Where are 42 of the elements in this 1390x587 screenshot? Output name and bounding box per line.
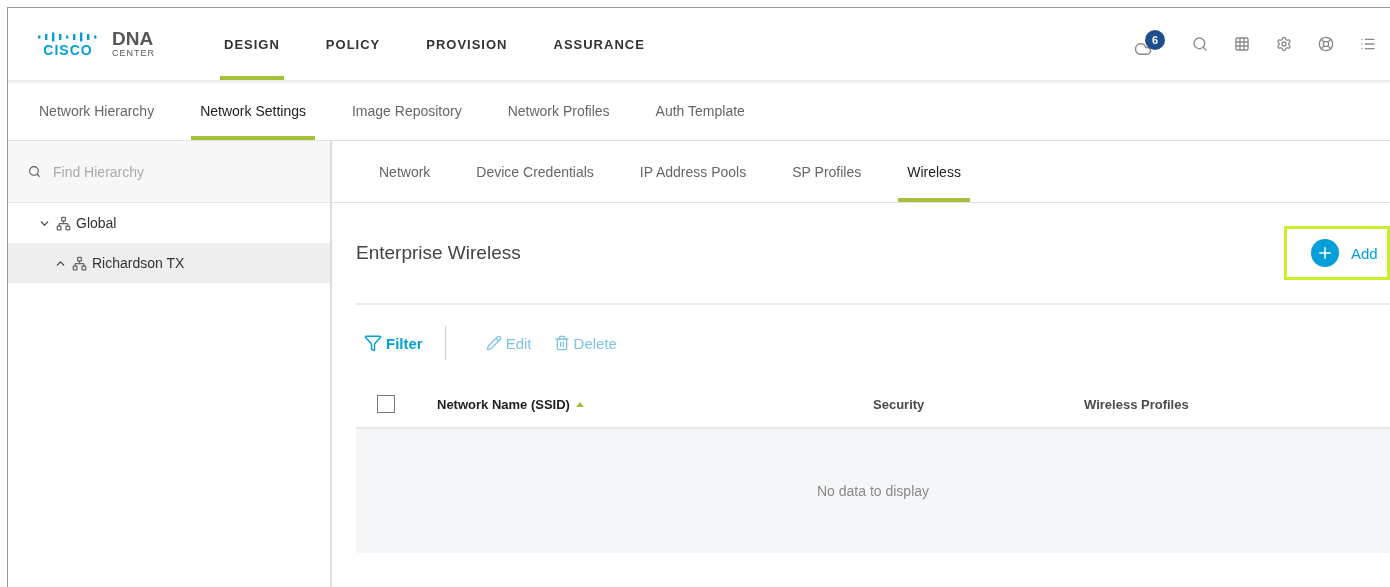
settings-icon[interactable] (1276, 36, 1292, 52)
subnav-tab[interactable]: Auth Template (646, 81, 754, 140)
column-header[interactable]: Security (873, 396, 925, 412)
plus-icon (1311, 239, 1339, 267)
settings-tab[interactable]: Wireless (898, 141, 970, 202)
tree-label: Richardson TX (92, 255, 185, 271)
settings-tab[interactable]: Network (370, 141, 440, 202)
trash-icon (553, 335, 570, 351)
column-header[interactable]: Network Name (SSID) (437, 396, 570, 412)
sort-icon (575, 401, 584, 407)
settings-tab[interactable]: IP Address Pools (630, 141, 756, 202)
nav-tab[interactable]: ASSURANCE (549, 8, 649, 80)
cloud-icon[interactable] (1134, 40, 1152, 58)
search-icon[interactable] (1192, 36, 1208, 52)
subnav-tab[interactable]: Network Hierarchy (30, 81, 164, 140)
tree-label: Global (76, 215, 117, 231)
nav-tab[interactable]: PROVISION (422, 8, 512, 80)
settings-tab[interactable]: SP Profiles (783, 141, 871, 202)
select-all-checkbox[interactable] (377, 395, 395, 413)
logo-text: CISCO (43, 43, 93, 57)
product-subtitle: CENTER (112, 48, 155, 58)
filter-icon (364, 334, 382, 352)
search-icon (28, 165, 41, 178)
list-icon[interactable] (1360, 36, 1376, 52)
pencil-icon (485, 335, 502, 351)
empty-message: No data to display (816, 483, 930, 499)
column-header[interactable]: Wireless Profiles (1084, 396, 1189, 412)
section-title: Enterprise Wireless (356, 242, 521, 264)
grid-icon[interactable] (1234, 36, 1250, 52)
settings-tab[interactable]: Device Credentials (467, 141, 603, 202)
nav-tab[interactable]: POLICY (321, 8, 385, 80)
hierarchy-icon (72, 255, 87, 271)
nav-tab[interactable]: DESIGN (220, 8, 284, 80)
add-button[interactable]: Add (1284, 226, 1390, 280)
lifebuoy-icon[interactable] (1318, 36, 1334, 52)
notification-count: 6 (1145, 30, 1165, 50)
tree-item[interactable]: Richardson TX (8, 243, 330, 283)
hierarchy-icon (56, 215, 71, 231)
subnav-tab[interactable]: Network Profiles (498, 81, 619, 140)
hierarchy-search-field[interactable]: Find Hierarchy (51, 162, 275, 181)
product-name: DNA (112, 30, 155, 48)
subnav-tab[interactable]: Image Repository (342, 81, 471, 140)
